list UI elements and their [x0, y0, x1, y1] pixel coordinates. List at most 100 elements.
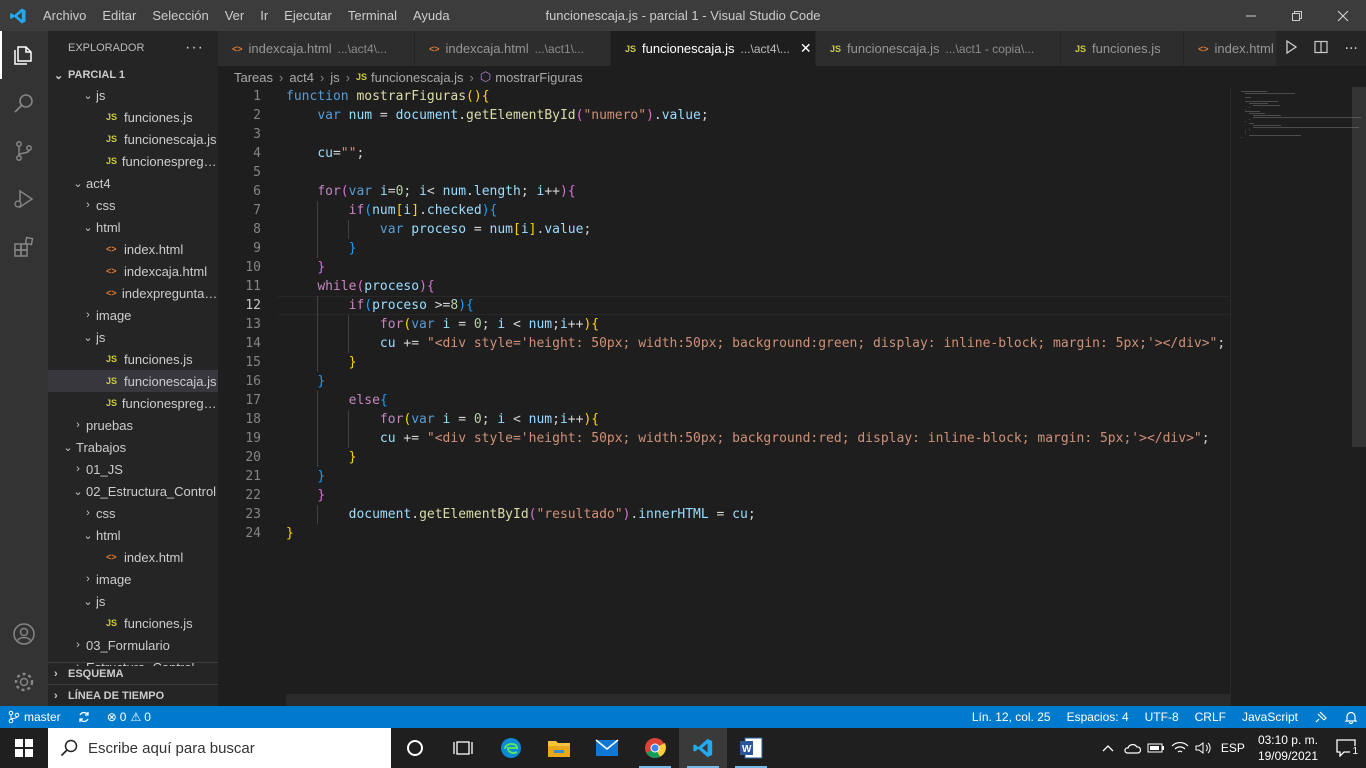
word-icon[interactable]: W: [727, 728, 775, 768]
tree-folder[interactable]: › css: [48, 502, 218, 524]
notification-center-icon[interactable]: 1: [1326, 728, 1366, 768]
cursor-position[interactable]: Lín. 12, col. 25: [964, 710, 1059, 724]
code-line[interactable]: 3: [218, 125, 1230, 144]
wifi-icon[interactable]: [1168, 728, 1192, 768]
menu-ejecutar[interactable]: Ejecutar: [276, 8, 340, 23]
breadcrumb-item[interactable]: act4: [289, 70, 314, 85]
tree-file[interactable]: <> indexpreguntas.h...: [48, 282, 218, 304]
accounts-icon[interactable]: [0, 610, 48, 658]
code-line[interactable]: 18 for(var i = 0; i < num;i++){: [218, 410, 1230, 429]
tree-file[interactable]: <> index.html: [48, 546, 218, 568]
menu-editar[interactable]: Editar: [94, 8, 144, 23]
editor-tab[interactable]: <> indexcaja.html ...\act1\...: [415, 31, 611, 66]
end-of-line[interactable]: CRLF: [1187, 710, 1234, 724]
outline-section[interactable]: › ESQUEMA: [48, 662, 218, 684]
menu-seleccion[interactable]: Selección: [144, 8, 216, 23]
tree-file[interactable]: JSfuncionespregunt...: [48, 392, 218, 414]
tree-folder[interactable]: ⌄ 02_Estructura_Control: [48, 480, 218, 502]
breadcrumb-item[interactable]: js: [330, 70, 339, 85]
code-line[interactable]: 11 while(proceso){: [218, 277, 1230, 296]
tree-folder[interactable]: ⌄ act4: [48, 172, 218, 194]
editor-tab[interactable]: JS funcionescaja.js ...\act1 - copia\...: [816, 31, 1061, 66]
tree-folder[interactable]: › image: [48, 568, 218, 590]
notifications-bell-icon[interactable]: [1336, 710, 1366, 724]
menu-ayuda[interactable]: Ayuda: [405, 8, 458, 23]
taskbar-search-box[interactable]: Escribe aquí para buscar: [48, 728, 391, 768]
branch-status[interactable]: master: [0, 710, 69, 724]
tree-file[interactable]: JS funciones.js: [48, 612, 218, 634]
run-icon[interactable]: [1284, 39, 1298, 58]
workspace-root[interactable]: ⌄ PARCIAL 1: [48, 64, 218, 86]
tree-folder[interactable]: ⌄ html: [48, 216, 218, 238]
volume-icon[interactable]: [1192, 728, 1216, 768]
explorer-icon[interactable]: [0, 31, 48, 79]
input-language[interactable]: ESP: [1216, 728, 1250, 768]
editor-tab[interactable]: <> indexcaja.html ...\act4\...: [218, 31, 415, 66]
file-explorer-icon[interactable]: [535, 728, 583, 768]
code-line[interactable]: 23 document.getElementById("resultado").…: [218, 505, 1230, 524]
tree-file[interactable]: JS funcionescaja.js: [48, 128, 218, 150]
more-actions-icon[interactable]: ···: [185, 39, 204, 57]
task-view-icon[interactable]: [439, 728, 487, 768]
menu-ir[interactable]: Ir: [252, 8, 276, 23]
menu-ver[interactable]: Ver: [217, 8, 253, 23]
code-line[interactable]: 2 var num = document.getElementById("num…: [218, 106, 1230, 125]
tree-folder[interactable]: ⌄ js: [48, 326, 218, 348]
tree-file[interactable]: JS funciones.js: [48, 106, 218, 128]
tree-file[interactable]: JS funcionescaja.js: [48, 370, 218, 392]
search-icon[interactable]: [0, 79, 48, 127]
code-line[interactable]: 9 }: [218, 239, 1230, 258]
chevron-up-icon[interactable]: [1096, 728, 1120, 768]
tree-folder[interactable]: › pruebas: [48, 414, 218, 436]
chrome-icon[interactable]: [631, 728, 679, 768]
tree-folder[interactable]: ⌄ js: [48, 590, 218, 612]
source-control-icon[interactable]: [0, 127, 48, 175]
tree-file[interactable]: JSfuncionespregunt...: [48, 150, 218, 172]
language-mode[interactable]: JavaScript: [1234, 710, 1306, 724]
restore-button[interactable]: [1274, 0, 1320, 31]
code-line[interactable]: 20 }: [218, 448, 1230, 467]
onedrive-icon[interactable]: [1120, 728, 1144, 768]
editor-tab[interactable]: <> index.html: [1184, 31, 1284, 66]
edge-icon[interactable]: [487, 728, 535, 768]
editor-tab[interactable]: JS funciones.js: [1061, 31, 1184, 66]
tree-folder[interactable]: › 01_JS: [48, 458, 218, 480]
tree-folder[interactable]: ⌄ html: [48, 524, 218, 546]
tree-folder[interactable]: › css: [48, 194, 218, 216]
minimize-button[interactable]: [1228, 0, 1274, 31]
close-window-button[interactable]: [1320, 0, 1366, 31]
code-line[interactable]: 22 }: [218, 486, 1230, 505]
code-line[interactable]: 21 }: [218, 467, 1230, 486]
problems-status[interactable]: ⊗ 0 ⚠ 0: [99, 710, 159, 724]
more-actions-icon[interactable]: ···: [1345, 41, 1358, 57]
tree-folder[interactable]: ⌄ Trabajos: [48, 436, 218, 458]
code-line[interactable]: 5: [218, 163, 1230, 182]
menu-archivo[interactable]: Archivo: [35, 8, 94, 23]
code-line[interactable]: 6 for(var i=0; i< num.length; i++){: [218, 182, 1230, 201]
tree-folder[interactable]: › image: [48, 304, 218, 326]
vscode-taskbar-icon[interactable]: [679, 728, 727, 768]
code-line[interactable]: 17 else{: [218, 391, 1230, 410]
menu-terminal[interactable]: Terminal: [340, 8, 405, 23]
extensions-icon[interactable]: [0, 223, 48, 271]
code-line[interactable]: 8 var proceso = num[i].value;: [218, 220, 1230, 239]
code-line[interactable]: 12 if(proceso >=8){: [218, 296, 1230, 315]
tree-folder[interactable]: › 03_Formulario: [48, 634, 218, 656]
sync-icon[interactable]: [69, 710, 99, 724]
feedback-icon[interactable]: [1306, 710, 1336, 724]
code-line[interactable]: 24}: [218, 524, 1230, 543]
tree-folder[interactable]: ⌄ js: [48, 86, 218, 106]
battery-icon[interactable]: [1144, 728, 1168, 768]
indentation[interactable]: Espacios: 4: [1059, 710, 1137, 724]
run-debug-icon[interactable]: [0, 175, 48, 223]
windows-start-icon[interactable]: [0, 728, 48, 768]
code-line[interactable]: 1 function mostrarFiguras(){: [218, 87, 1230, 106]
gear-icon[interactable]: [0, 658, 48, 706]
code-line[interactable]: 16 }: [218, 372, 1230, 391]
tree-file[interactable]: <> indexcaja.html: [48, 260, 218, 282]
code-line[interactable]: 14 cu += "<div style='height: 50px; widt…: [218, 334, 1230, 353]
split-editor-icon[interactable]: [1314, 40, 1328, 58]
code-editor[interactable]: 1 function mostrarFiguras(){2 var num = d…: [218, 87, 1230, 694]
code-line[interactable]: 7 if(num[i].checked){: [218, 201, 1230, 220]
encoding[interactable]: UTF-8: [1137, 710, 1187, 724]
